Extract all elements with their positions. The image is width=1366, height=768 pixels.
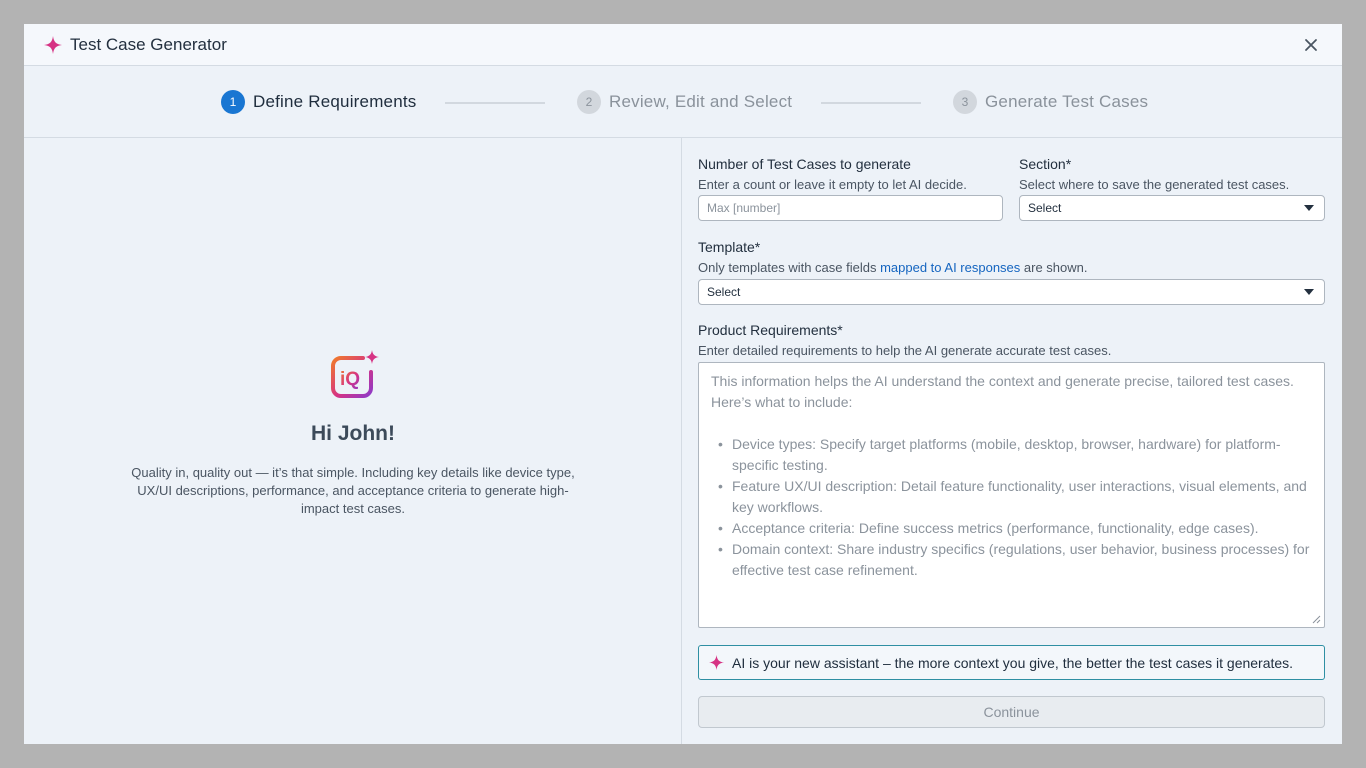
requirements-help: Enter detailed requirements to help the …	[698, 343, 1112, 358]
template-select[interactable]: Select	[698, 279, 1325, 305]
list-item: Acceptance criteria: Define success metr…	[711, 518, 1312, 539]
mapped-to-ai-responses-link[interactable]: mapped to AI responses	[880, 260, 1020, 275]
section-label: Section*	[1019, 156, 1072, 172]
step-connector	[821, 102, 921, 104]
template-select-value: Select	[707, 285, 741, 299]
resize-handle-icon[interactable]	[1312, 615, 1321, 624]
step-label: Define Requirements	[253, 92, 417, 111]
requirements-form: Number of Test Cases to generate Enter a…	[682, 138, 1342, 744]
count-help: Enter a count or leave it empty to let A…	[698, 177, 967, 192]
step-label: Generate Test Cases	[985, 92, 1149, 111]
continue-button[interactable]: Continue	[698, 696, 1325, 728]
textarea-placeholder-intro: This information helps the AI understand…	[711, 373, 1294, 410]
ai-tip-text: AI is your new assistant – the more cont…	[732, 654, 1294, 671]
welcome-description: Quality in, quality out — it’s that simp…	[131, 465, 575, 516]
sparkle-icon	[709, 655, 724, 670]
template-help: Only templates with case fields mapped t…	[698, 260, 1087, 275]
dialog-body: iQ Hi John! Quality in, quality out — it…	[24, 138, 1342, 744]
section-select-value: Select	[1028, 201, 1062, 215]
template-help-suffix: are shown.	[1020, 260, 1088, 275]
step-connector	[445, 102, 545, 104]
step-define-requirements: 1 Define Requirements	[221, 90, 417, 114]
list-item: Device types: Specify target platforms (…	[711, 434, 1312, 476]
textarea-placeholder-list: Device types: Specify target platforms (…	[711, 434, 1312, 581]
step-number: 1	[221, 90, 245, 114]
list-item: Domain context: Share industry specifics…	[711, 539, 1312, 581]
dialog-title: Test Case Generator	[70, 34, 227, 54]
step-number: 3	[953, 90, 977, 114]
step-number: 2	[577, 90, 601, 114]
dialog-header: Test Case Generator	[24, 24, 1342, 66]
template-help-text: Only templates with case fields	[698, 260, 881, 275]
step-review-edit-select: 2 Review, Edit and Select	[577, 90, 792, 114]
test-case-generator-dialog: Test Case Generator 1 Define Requirement…	[24, 24, 1342, 744]
product-requirements-textarea[interactable]: This information helps the AI understand…	[698, 362, 1325, 628]
testrail-iq-logo-icon: iQ	[331, 350, 379, 398]
close-icon[interactable]	[1302, 36, 1320, 54]
section-help: Select where to save the generated test …	[1019, 177, 1290, 192]
welcome-panel: iQ Hi John! Quality in, quality out — it…	[24, 138, 682, 744]
chevron-down-icon	[1304, 205, 1314, 211]
template-label: Template*	[698, 239, 761, 255]
test-case-count-input[interactable]: Max [number]	[698, 195, 1003, 221]
ai-tip-banner: AI is your new assistant – the more cont…	[698, 645, 1325, 680]
greeting-heading: Hi John!	[311, 422, 395, 445]
count-label: Number of Test Cases to generate	[698, 156, 911, 172]
svg-text:iQ: iQ	[340, 369, 360, 390]
step-generate-test-cases: 3 Generate Test Cases	[953, 90, 1148, 114]
list-item: Feature UX/UI description: Detail featur…	[711, 476, 1312, 518]
step-label: Review, Edit and Select	[609, 92, 793, 111]
sparkle-icon	[44, 35, 62, 54]
requirements-label: Product Requirements*	[698, 322, 843, 338]
section-select[interactable]: Select	[1019, 195, 1325, 221]
chevron-down-icon	[1304, 289, 1314, 295]
wizard-stepper: 1 Define Requirements 2 Review, Edit and…	[24, 66, 1342, 138]
